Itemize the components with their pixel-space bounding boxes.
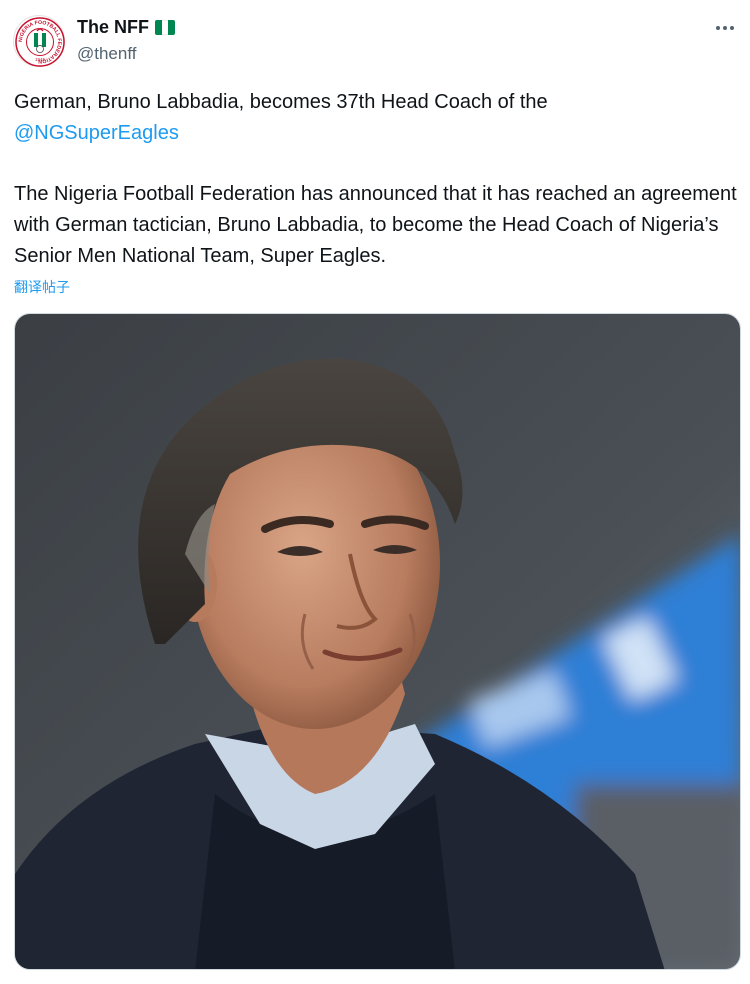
- translate-post-link[interactable]: 翻译帖子: [14, 277, 70, 297]
- headline-text: German, Bruno Labbadia, becomes 37th Hea…: [14, 91, 548, 113]
- author-name-row: The NFF: [77, 17, 175, 38]
- mention-link[interactable]: @NGSuperEagles: [14, 122, 179, 144]
- more-icon[interactable]: [712, 20, 738, 36]
- coach-portrait-image: [15, 314, 740, 969]
- user-handle[interactable]: @thenff: [77, 44, 136, 64]
- nff-logo-icon: NIGERIA FOOTBALL FEDERATION 1945: [15, 17, 65, 67]
- tweet-card: NIGERIA FOOTBALL FEDERATION 1945 The NFF…: [0, 0, 750, 984]
- tweet-photo[interactable]: [14, 313, 741, 970]
- tweet-headline: German, Bruno Labbadia, becomes 37th Hea…: [14, 87, 740, 149]
- nigeria-flag-icon: [155, 20, 175, 35]
- tweet-body: The Nigeria Football Federation has anno…: [14, 183, 737, 267]
- display-name[interactable]: The NFF: [77, 17, 149, 38]
- avatar[interactable]: NIGERIA FOOTBALL FEDERATION 1945: [13, 15, 65, 67]
- svg-text:1945: 1945: [35, 57, 46, 62]
